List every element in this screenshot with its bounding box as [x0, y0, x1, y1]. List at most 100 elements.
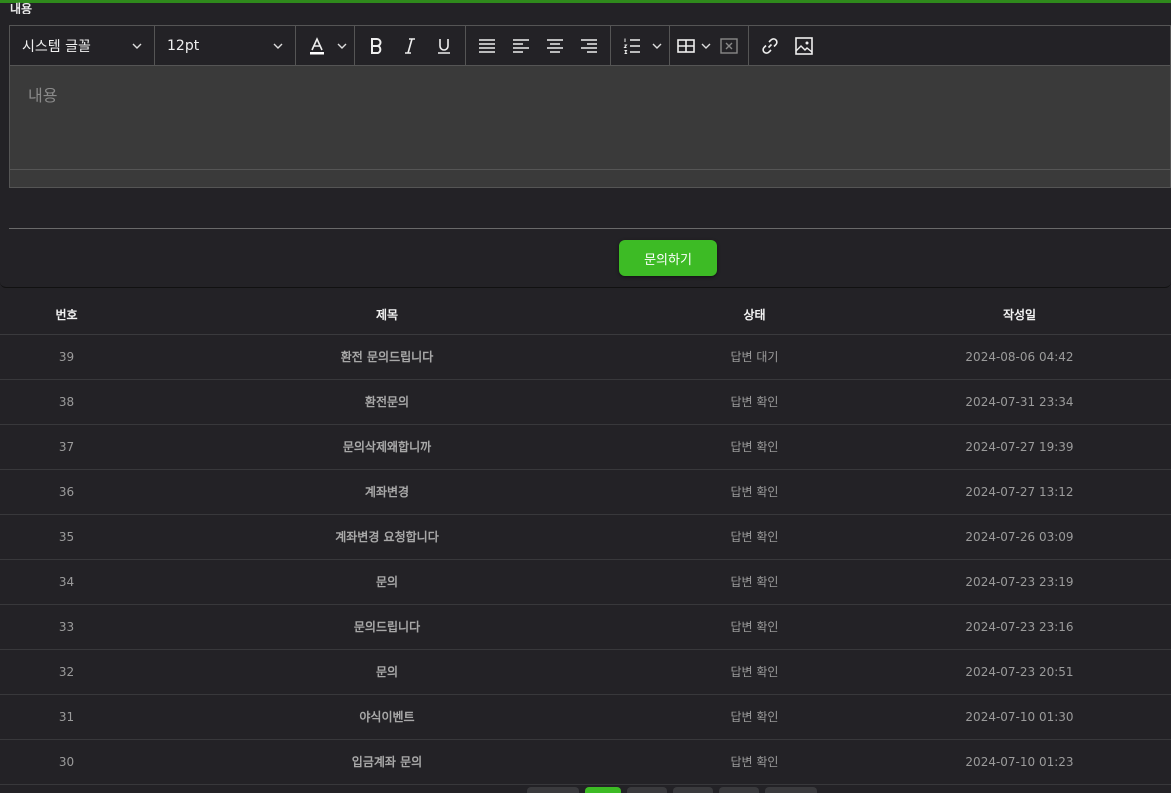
table-button[interactable]: [674, 31, 698, 61]
row-status: 답변 확인: [641, 379, 868, 425]
chevron-down-icon: [652, 43, 662, 49]
align-justify-icon: [479, 38, 495, 53]
table-group: [670, 25, 749, 66]
row-status: 답변 확인: [641, 559, 868, 605]
table-row[interactable]: 30 입금계좌 문의 답변 확인 2024-07-10 01:23: [0, 739, 1171, 785]
text-color-icon: [310, 36, 324, 54]
row-date: 2024-07-23 20:51: [868, 649, 1171, 695]
numbered-list-icon: [623, 38, 640, 54]
bold-button[interactable]: [359, 31, 393, 61]
font-size-group: 12pt: [155, 25, 296, 66]
font-family-select[interactable]: 시스템 글꼴: [16, 26, 150, 66]
table-row[interactable]: 35 계좌변경 요청합니다 답변 확인 2024-07-26 03:09: [0, 514, 1171, 560]
inquiry-list: 번호 제목 상태 작성일 39 환전 문의드립니다 답변 대기 2024-08-06 …: [0, 296, 1171, 785]
table-row[interactable]: 37 문의삭제왜합니까 답변 확인 2024-07-27 19:39: [0, 424, 1171, 470]
row-title[interactable]: 환전문의: [133, 379, 641, 425]
row-status: 답변 확인: [641, 469, 868, 515]
row-date: 2024-07-23 23:16: [868, 604, 1171, 650]
row-title[interactable]: 계좌변경: [133, 469, 641, 515]
insert-image-button[interactable]: [787, 31, 821, 61]
text-color-dropdown[interactable]: [334, 31, 350, 61]
row-status: 답변 확인: [641, 694, 868, 740]
row-date: 2024-07-26 03:09: [868, 514, 1171, 560]
row-title[interactable]: 문의: [133, 559, 641, 605]
editor-placeholder: 내용: [28, 86, 58, 105]
divider: [9, 228, 1171, 229]
row-number: 31: [0, 694, 133, 740]
image-icon: [795, 36, 813, 55]
row-status: 답변 확인: [641, 424, 868, 470]
header-title: 제목: [133, 296, 641, 335]
submit-inquiry-button[interactable]: 문의하기: [619, 240, 717, 276]
page-button[interactable]: [673, 787, 713, 793]
row-title[interactable]: 환전 문의드립니다: [133, 334, 641, 380]
row-status: 답변 확인: [641, 514, 868, 560]
align-center-button[interactable]: [538, 31, 572, 61]
alignment-group: [466, 25, 611, 66]
table-dropdown[interactable]: [698, 31, 714, 61]
row-number: 32: [0, 649, 133, 695]
editor-toolbar: 시스템 글꼴 12pt: [10, 25, 1170, 66]
row-title[interactable]: 문의삭제왜합니까: [133, 424, 641, 470]
numbered-list-dropdown[interactable]: [649, 31, 665, 61]
row-number: 33: [0, 604, 133, 650]
italic-button[interactable]: [393, 31, 427, 61]
font-family-group: 시스템 글꼴: [10, 25, 155, 66]
row-date: 2024-07-27 13:12: [868, 469, 1171, 515]
page-button[interactable]: [627, 787, 667, 793]
row-status: 답변 확인: [641, 739, 868, 785]
table-header-row: 번호 제목 상태 작성일: [0, 296, 1171, 335]
row-date: 2024-07-27 19:39: [868, 424, 1171, 470]
row-date: 2024-08-06 04:42: [868, 334, 1171, 380]
row-date: 2024-07-31 23:34: [868, 379, 1171, 425]
table-row[interactable]: 31 야식이벤트 답변 확인 2024-07-10 01:30: [0, 694, 1171, 740]
row-title[interactable]: 야식이벤트: [133, 694, 641, 740]
table-row[interactable]: 39 환전 문의드립니다 답변 대기 2024-08-06 04:42: [0, 334, 1171, 380]
text-color-button[interactable]: [300, 31, 334, 61]
editor-content-area[interactable]: 내용: [10, 66, 1170, 170]
text-color-group: [296, 25, 355, 66]
table-row[interactable]: 36 계좌변경 답변 확인 2024-07-27 13:12: [0, 469, 1171, 515]
align-right-icon: [581, 38, 597, 53]
text-style-group: [355, 25, 466, 66]
row-status: 답변 확인: [641, 604, 868, 650]
row-number: 36: [0, 469, 133, 515]
page-button[interactable]: [719, 787, 759, 793]
header-date: 작성일: [868, 296, 1171, 335]
page-button[interactable]: [765, 787, 817, 793]
font-size-value: 12pt: [167, 37, 200, 54]
header-status: 상태: [641, 296, 868, 335]
chevron-down-icon: [701, 43, 711, 49]
editor-status-bar: [10, 169, 1170, 187]
insert-link-button[interactable]: [753, 31, 787, 61]
align-right-button[interactable]: [572, 31, 606, 61]
row-date: 2024-07-10 01:23: [868, 739, 1171, 785]
table-row[interactable]: 33 문의드립니다 답변 확인 2024-07-23 23:16: [0, 604, 1171, 650]
row-number: 35: [0, 514, 133, 560]
delete-table-icon: [720, 37, 738, 54]
list-group: [611, 25, 670, 66]
align-justify-button[interactable]: [470, 31, 504, 61]
row-status: 답변 대기: [641, 334, 868, 380]
row-title[interactable]: 입금계좌 문의: [133, 739, 641, 785]
content-label: 내용: [10, 2, 33, 14]
row-title[interactable]: 계좌변경 요청합니다: [133, 514, 641, 560]
page-button-current[interactable]: [585, 787, 621, 793]
font-size-select[interactable]: 12pt: [161, 26, 291, 66]
font-family-value: 시스템 글꼴: [22, 38, 91, 55]
row-title[interactable]: 문의드립니다: [133, 604, 641, 650]
table-row[interactable]: 34 문의 답변 확인 2024-07-23 23:19: [0, 559, 1171, 605]
bold-icon: [371, 37, 382, 54]
row-date: 2024-07-10 01:30: [868, 694, 1171, 740]
row-title[interactable]: 문의: [133, 649, 641, 695]
align-left-button[interactable]: [504, 31, 538, 61]
page-button[interactable]: [527, 787, 579, 793]
underline-button[interactable]: [427, 31, 461, 61]
table-row[interactable]: 32 문의 답변 확인 2024-07-23 20:51: [0, 649, 1171, 695]
numbered-list-button[interactable]: [615, 31, 649, 61]
inquiry-table: 번호 제목 상태 작성일 39 환전 문의드립니다 답변 대기 2024-08-06 …: [0, 296, 1171, 785]
table-row[interactable]: 38 환전문의 답변 확인 2024-07-31 23:34: [0, 379, 1171, 425]
row-number: 37: [0, 424, 133, 470]
delete-table-button[interactable]: [714, 31, 744, 61]
row-number: 34: [0, 559, 133, 605]
